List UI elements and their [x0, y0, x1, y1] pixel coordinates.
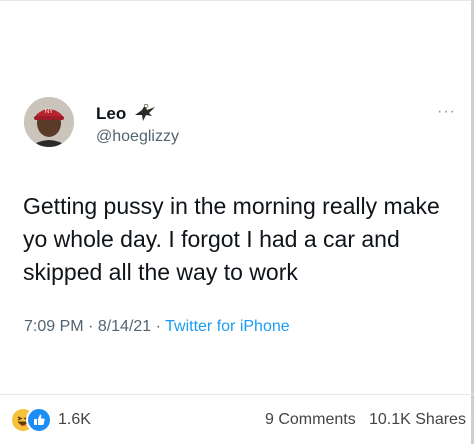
meta-separator: · — [151, 318, 166, 335]
tweet-source-link[interactable]: Twitter for iPhone — [165, 318, 290, 335]
tweet-text: Getting pussy in the morning really make… — [23, 193, 440, 285]
top-divider — [0, 0, 474, 1]
author-name[interactable]: Leo — [96, 104, 126, 124]
svg-text:NY: NY — [45, 109, 53, 115]
screenshot-card: NY Leo @hoeglizzy ··· Getting pussy in t… — [0, 0, 474, 444]
eagle-emoji-icon — [135, 103, 155, 121]
tweet-date[interactable]: 8/14/21 — [98, 318, 151, 335]
comments-count[interactable]: 9 Comments — [265, 411, 356, 429]
reaction-count[interactable]: 1.6K — [58, 411, 91, 429]
tweet-meta: 7:09 PM · 8/14/21 · Twitter for iPhone — [24, 318, 290, 336]
footer-divider — [0, 394, 474, 395]
meta-separator: · — [83, 318, 98, 335]
avatar[interactable]: NY — [24, 97, 74, 147]
shares-count[interactable]: 10.1K Shares — [369, 411, 466, 429]
like-reaction-icon — [26, 407, 52, 433]
more-options-icon[interactable]: ··· — [437, 104, 456, 120]
author-handle[interactable]: @hoeglizzy — [96, 128, 179, 146]
tweet-time[interactable]: 7:09 PM — [24, 318, 84, 335]
